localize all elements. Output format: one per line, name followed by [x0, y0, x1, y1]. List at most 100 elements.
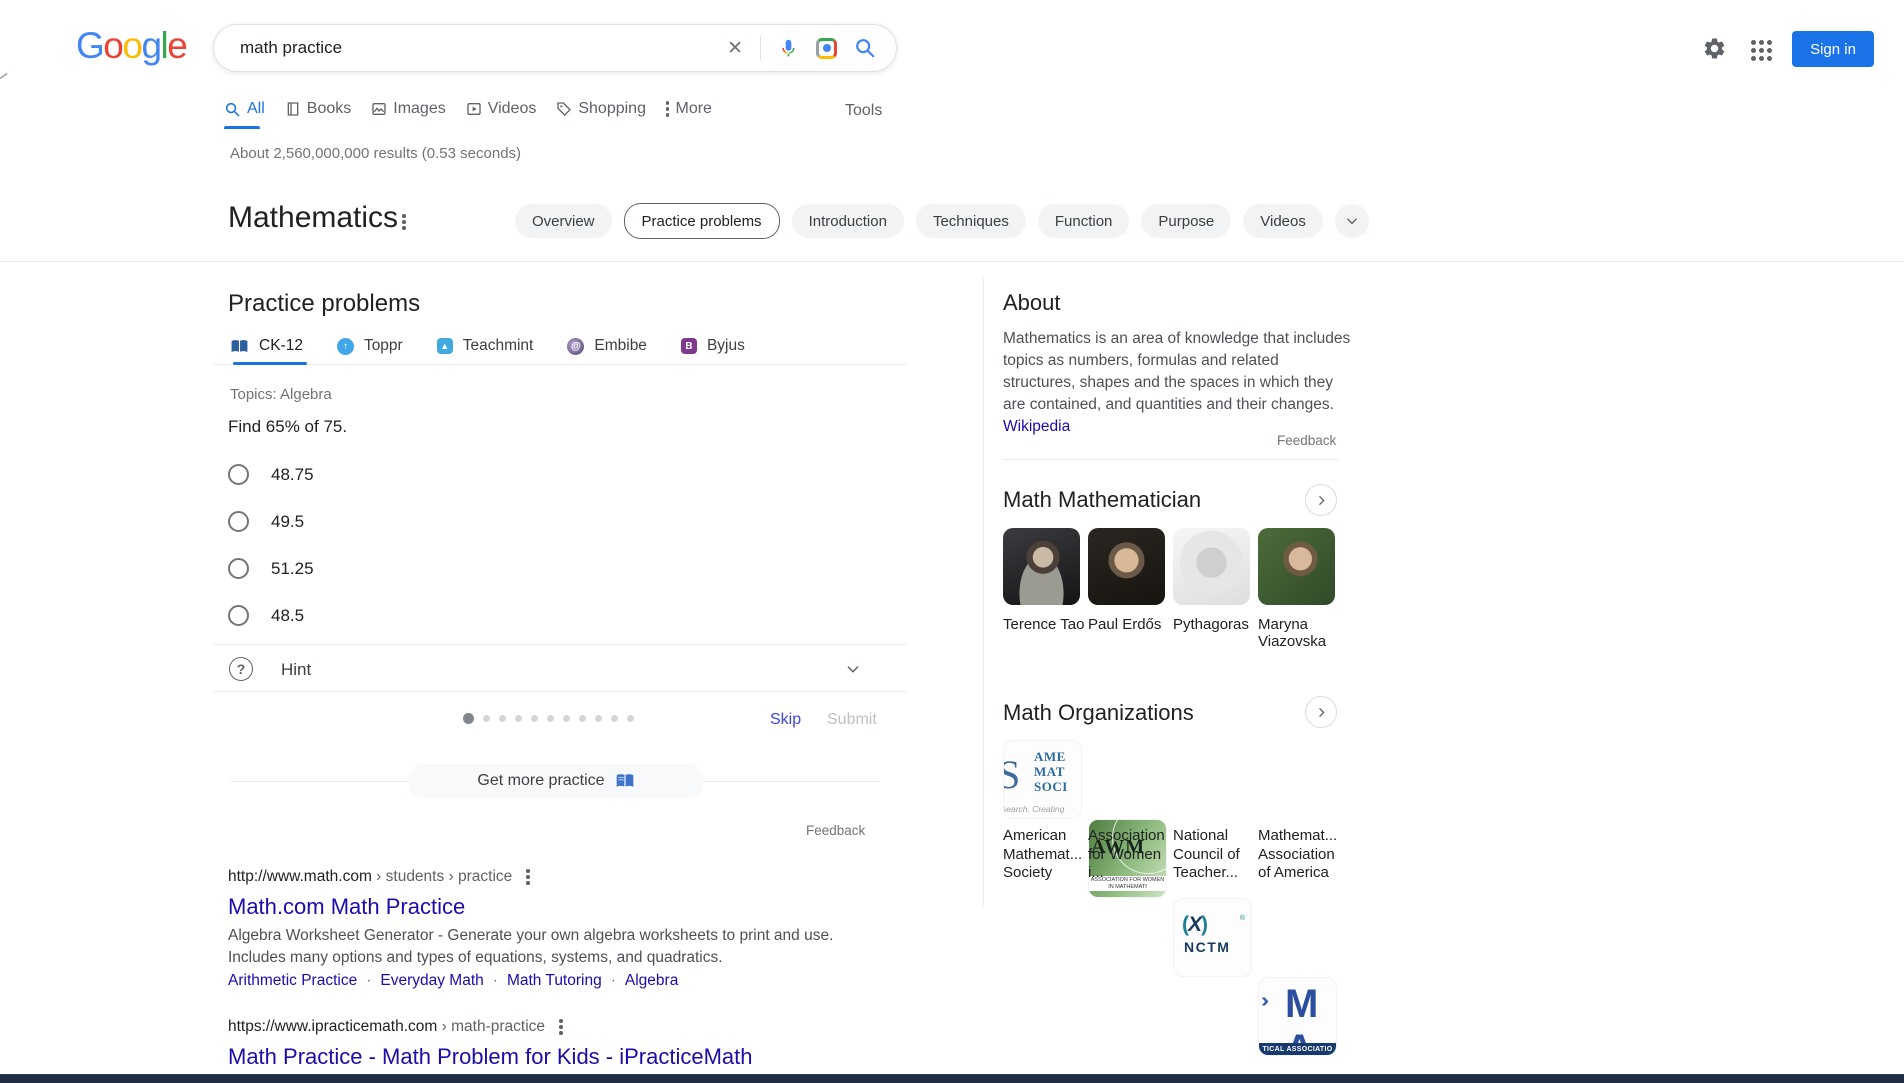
mic-icon[interactable]	[778, 38, 799, 59]
tab-images[interactable]: Images	[371, 100, 445, 118]
organization-caption[interactable]: Mathemat... Association of America	[1258, 827, 1344, 883]
mathematician-caption[interactable]: Terence Tao	[1003, 616, 1087, 633]
about-title: About	[1003, 290, 1061, 316]
ck12-icon	[230, 339, 249, 354]
search-divider	[760, 35, 761, 61]
google-apps-icon[interactable]	[1751, 40, 1772, 61]
answer-option[interactable]: 51.25	[228, 558, 314, 579]
mathematician-caption[interactable]: Paul Erdős	[1088, 616, 1172, 633]
radio-button[interactable]	[228, 464, 249, 485]
organizations-more-button[interactable]	[1305, 696, 1337, 728]
bottom-cropped-bar	[0, 1074, 1904, 1083]
result-url[interactable]: https://www.ipracticemath.com › math-pra…	[228, 1018, 563, 1036]
radio-button[interactable]	[228, 558, 249, 579]
search-icon	[224, 101, 241, 118]
settings-gear-icon[interactable]	[1702, 36, 1727, 66]
mathematician-caption[interactable]: Maryna Viazovska	[1258, 616, 1342, 650]
radio-button[interactable]	[228, 511, 249, 532]
chip-introduction[interactable]: Introduction	[792, 204, 904, 238]
chevron-right-icon	[1315, 706, 1328, 719]
chips-expand-button[interactable]	[1335, 204, 1369, 238]
open-book-icon	[615, 773, 635, 789]
option-label: 49.5	[271, 512, 304, 532]
source-tab-teachmint[interactable]: ▲ Teachmint	[437, 337, 534, 355]
source-tab-embibe[interactable]: @ Embibe	[567, 337, 647, 355]
more-icon	[666, 101, 670, 117]
image-icon	[371, 101, 387, 117]
google-logo[interactable]: Google	[76, 27, 186, 64]
chevron-down-icon	[1345, 214, 1359, 228]
pagination-dot	[627, 715, 634, 722]
result-title-link[interactable]: Math Practice - Math Problem for Kids - …	[228, 1044, 753, 1070]
mathematician-photo-paul-erdos[interactable]	[1088, 528, 1165, 605]
organization-logo-maa[interactable]: ››› M A TICAL ASSOCIATIO	[1258, 977, 1337, 1056]
answer-option[interactable]: 49.5	[228, 511, 304, 532]
tab-shopping[interactable]: Shopping	[556, 100, 646, 118]
topic-chips: Overview Practice problems Introduction …	[515, 203, 1369, 239]
search-input[interactable]: math practice	[240, 38, 727, 58]
source-tab-byjus[interactable]: B Byjus	[681, 337, 745, 355]
get-more-practice-button[interactable]: Get more practice	[408, 764, 704, 798]
organization-caption[interactable]: Association for Women i...	[1088, 827, 1174, 883]
result-url[interactable]: http://www.math.com › students › practic…	[228, 868, 530, 886]
tools-button[interactable]: Tools	[845, 102, 882, 120]
pagination-dot	[515, 715, 522, 722]
source-tabs-divider	[213, 364, 907, 365]
sitelink[interactable]: Math Tutoring	[507, 972, 602, 990]
chip-function[interactable]: Function	[1038, 204, 1130, 238]
about-feedback-link[interactable]: Feedback	[1277, 433, 1336, 448]
hint-expand-button[interactable]	[845, 661, 861, 682]
organization-logo-nctm[interactable]: (X) ® NCTM	[1173, 898, 1252, 977]
mathematician-caption[interactable]: Pythagoras	[1173, 616, 1257, 633]
tab-more[interactable]: More	[666, 100, 712, 118]
sitelink[interactable]: Arithmetic Practice	[228, 972, 357, 990]
entity-menu-icon[interactable]	[402, 214, 406, 230]
organization-caption[interactable]: American Mathemat... Society	[1003, 827, 1089, 883]
organization-caption[interactable]: National Council of Teacher...	[1173, 827, 1259, 883]
chip-videos[interactable]: Videos	[1243, 204, 1323, 238]
logo-letter: o	[103, 25, 122, 66]
logo-letter: g	[141, 25, 160, 66]
organization-logo-ams[interactable]: S AMEMATSOCI search. Creating	[1003, 740, 1082, 819]
sign-in-button[interactable]: Sign in	[1792, 31, 1874, 67]
source-tab-toppr[interactable]: ↑ Toppr	[337, 337, 403, 355]
sidebar-divider	[983, 278, 984, 906]
chip-purpose[interactable]: Purpose	[1141, 204, 1231, 238]
mathematicians-more-button[interactable]	[1305, 484, 1337, 516]
result-title-link[interactable]: Math.com Math Practice	[228, 894, 465, 920]
wikipedia-link[interactable]: Wikipedia	[1003, 418, 1070, 435]
source-tab-ck12[interactable]: CK-12	[230, 337, 303, 355]
mathematician-photo-terence-tao[interactable]	[1003, 528, 1080, 605]
lens-camera-icon[interactable]	[816, 38, 837, 59]
result-menu-icon[interactable]	[526, 869, 530, 885]
sitelink[interactable]: Everyday Math	[380, 972, 483, 990]
result-snippet: Algebra Worksheet Generator - Generate y…	[228, 927, 833, 945]
sitelink[interactable]: Algebra	[625, 972, 678, 990]
pagination-dot	[611, 715, 618, 722]
result-menu-icon[interactable]	[559, 1019, 563, 1035]
mathematician-photo-maryna-viazovska[interactable]	[1258, 528, 1335, 605]
clear-search-icon[interactable]: ✕	[727, 37, 743, 60]
pagination-dots	[463, 712, 634, 724]
radio-button[interactable]	[228, 605, 249, 626]
practice-feedback-link[interactable]: Feedback	[806, 823, 865, 838]
chip-overview[interactable]: Overview	[515, 204, 612, 238]
tab-books[interactable]: Books	[285, 100, 351, 118]
submit-button[interactable]: Submit	[827, 711, 877, 729]
practice-source-tabs: CK-12 ↑ Toppr ▲ Teachmint @ Embibe B Byj…	[230, 337, 745, 355]
search-box[interactable]: math practice ✕	[213, 24, 897, 72]
pagination-dot	[579, 715, 586, 722]
mathematician-photo-pythagoras[interactable]	[1173, 528, 1250, 605]
search-submit-icon[interactable]	[854, 37, 876, 59]
tab-all[interactable]: All	[224, 100, 265, 118]
skip-button[interactable]: Skip	[770, 711, 801, 729]
chip-practice-problems[interactable]: Practice problems	[624, 203, 780, 239]
tab-videos[interactable]: Videos	[466, 100, 537, 118]
answer-option[interactable]: 48.5	[228, 605, 304, 626]
option-label: 48.5	[271, 606, 304, 626]
hint-label[interactable]: Hint	[281, 660, 311, 680]
answer-option[interactable]: 48.75	[228, 464, 314, 485]
google-search-page: Google math practice ✕	[0, 0, 1904, 1083]
header-divider	[0, 261, 1904, 262]
chip-techniques[interactable]: Techniques	[916, 204, 1026, 238]
